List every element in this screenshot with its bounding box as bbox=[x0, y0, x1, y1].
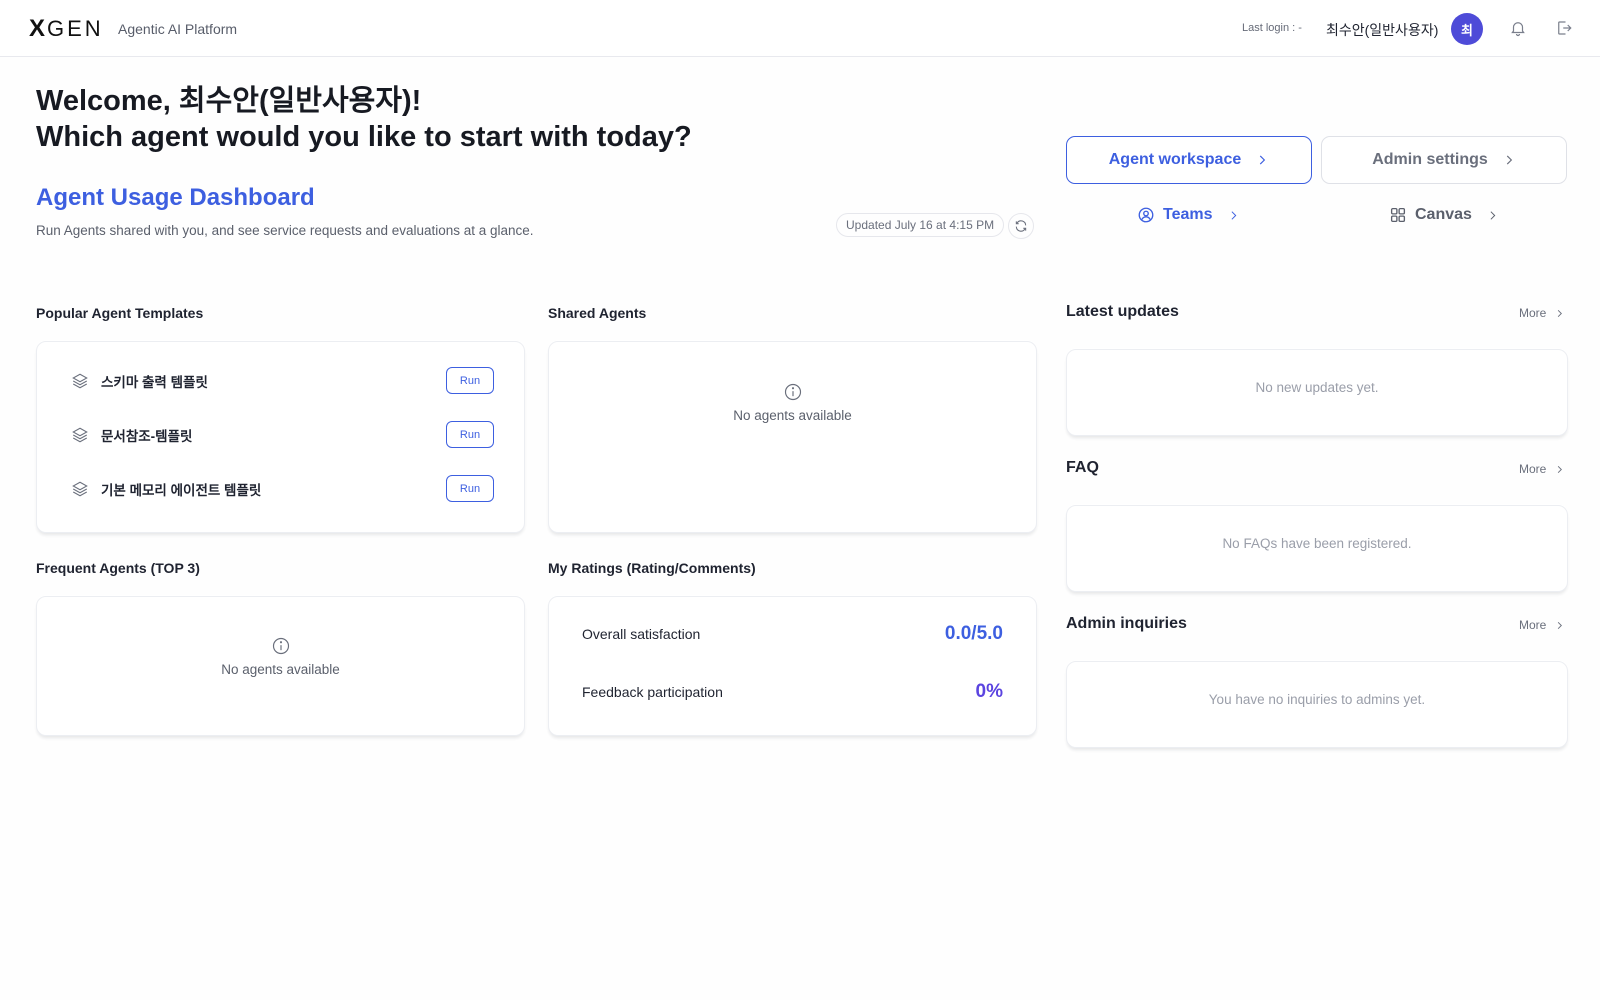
overall-satisfaction-label: Overall satisfaction bbox=[582, 626, 701, 642]
frequent-agents-empty: No agents available bbox=[221, 662, 340, 677]
latest-updates-more-link[interactable]: More bbox=[1519, 306, 1565, 320]
faq-empty: No FAQs have been registered. bbox=[1222, 536, 1412, 551]
agent-workspace-label: Agent workspace bbox=[1108, 151, 1242, 168]
frequent-agents-title: Frequent Agents (TOP 3) bbox=[36, 560, 200, 576]
user-name: 최수안(일반사용자) bbox=[1326, 22, 1439, 38]
avatar[interactable]: 최 bbox=[1451, 13, 1483, 45]
shared-agents-card: No agents available bbox=[548, 341, 1037, 533]
info-icon bbox=[271, 636, 291, 656]
faq-card: No FAQs have been registered. bbox=[1066, 505, 1568, 592]
chevron-right-icon bbox=[1558, 309, 1563, 317]
logout-icon[interactable] bbox=[1555, 19, 1573, 37]
app-logo[interactable]: X GEN bbox=[29, 15, 104, 42]
run-button[interactable]: Run bbox=[446, 421, 494, 448]
canvas-link[interactable]: Canvas bbox=[1389, 206, 1499, 224]
agent-workspace-button[interactable]: Agent workspace bbox=[1066, 136, 1312, 184]
info-icon bbox=[783, 382, 803, 402]
latest-updates-card: No new updates yet. bbox=[1066, 349, 1568, 436]
template-item[interactable]: 스키마 출력 템플릿 bbox=[71, 371, 208, 391]
more-label: More bbox=[1519, 462, 1547, 476]
chevron-right-icon bbox=[1558, 621, 1563, 629]
avatar-initial: 최 bbox=[1461, 22, 1473, 38]
logo-mark: X bbox=[29, 15, 46, 42]
layers-icon bbox=[72, 427, 88, 443]
updated-badge: Updated July 16 at 4:15 PM bbox=[836, 213, 1005, 237]
bell-icon[interactable] bbox=[1509, 19, 1527, 37]
more-label: More bbox=[1519, 306, 1547, 320]
shared-agents-title: Shared Agents bbox=[548, 305, 647, 321]
feedback-participation-value: 0% bbox=[975, 681, 1003, 702]
top-bar: X GEN Agentic AI Platform Last login : -… bbox=[0, 0, 1600, 57]
admin-inquiries-card: You have no inquiries to admins yet. bbox=[1066, 661, 1568, 748]
admin-inquiries-title: Admin inquiries bbox=[1066, 615, 1187, 632]
template-item[interactable]: 문서참조-템플릿 bbox=[71, 425, 192, 445]
refresh-button[interactable] bbox=[1008, 213, 1034, 239]
admin-settings-button[interactable]: Admin settings bbox=[1321, 136, 1567, 184]
teams-link[interactable]: Teams bbox=[1137, 206, 1240, 224]
teams-label: Teams bbox=[1163, 206, 1213, 223]
run-button[interactable]: Run bbox=[446, 367, 494, 394]
chevron-right-icon bbox=[1231, 210, 1236, 220]
last-login: Last login : - bbox=[1242, 22, 1302, 34]
refresh-icon bbox=[1015, 220, 1027, 232]
chevron-right-icon bbox=[1260, 155, 1266, 165]
logo-text: GEN bbox=[47, 16, 104, 41]
my-ratings-card: Overall satisfaction 0.0/5.0 Feedback pa… bbox=[548, 596, 1037, 736]
canvas-label: Canvas bbox=[1415, 206, 1472, 223]
popular-templates-title: Popular Agent Templates bbox=[36, 305, 204, 321]
my-ratings-title: My Ratings (Rating/Comments) bbox=[548, 560, 756, 576]
frequent-agents-card: No agents available bbox=[36, 596, 525, 736]
chevron-right-icon bbox=[1506, 155, 1512, 165]
template-name: 기본 메모리 에이전트 템플릿 bbox=[101, 483, 262, 498]
latest-updates-title: Latest updates bbox=[1066, 303, 1179, 320]
updated-text: Updated July 16 at 4:15 PM bbox=[846, 218, 995, 232]
shared-agents-empty: No agents available bbox=[733, 408, 852, 423]
dashboard-title: Agent Usage Dashboard bbox=[36, 184, 315, 211]
admin-inquiries-more-link[interactable]: More bbox=[1519, 618, 1565, 632]
user-circle-icon bbox=[1138, 207, 1154, 223]
welcome-line-2: Which agent would you like to start with… bbox=[36, 121, 692, 153]
admin-settings-label: Admin settings bbox=[1372, 151, 1488, 168]
template-name: 문서참조-템플릿 bbox=[101, 429, 193, 444]
layers-icon bbox=[72, 373, 88, 389]
welcome-line-1: Welcome, 최수안(일반사용자)! bbox=[36, 85, 422, 117]
app-subtitle: Agentic AI Platform bbox=[118, 21, 238, 37]
dashboard-description: Run Agents shared with you, and see serv… bbox=[36, 223, 534, 238]
template-name: 스키마 출력 템플릿 bbox=[101, 375, 208, 390]
more-label: More bbox=[1519, 618, 1547, 632]
welcome-heading: Welcome, 최수안(일반사용자)! Which agent would y… bbox=[36, 83, 692, 155]
admin-inquiries-empty: You have no inquiries to admins yet. bbox=[1208, 692, 1426, 707]
faq-more-link[interactable]: More bbox=[1519, 462, 1565, 476]
template-item[interactable]: 기본 메모리 에이전트 템플릿 bbox=[71, 479, 261, 499]
latest-updates-empty: No new updates yet. bbox=[1255, 380, 1379, 395]
layers-icon bbox=[72, 481, 88, 497]
overall-satisfaction-value: 0.0/5.0 bbox=[944, 623, 1003, 644]
grid-icon bbox=[1390, 207, 1406, 223]
chevron-right-icon bbox=[1490, 210, 1496, 220]
popular-templates-card: 스키마 출력 템플릿 Run 문서참조-템플릿 Run 기본 메모리 에이전트 … bbox=[36, 341, 525, 533]
feedback-participation-label: Feedback participation bbox=[582, 684, 723, 700]
run-button[interactable]: Run bbox=[446, 475, 494, 502]
chevron-right-icon bbox=[1558, 465, 1563, 473]
faq-title: FAQ bbox=[1066, 459, 1099, 476]
